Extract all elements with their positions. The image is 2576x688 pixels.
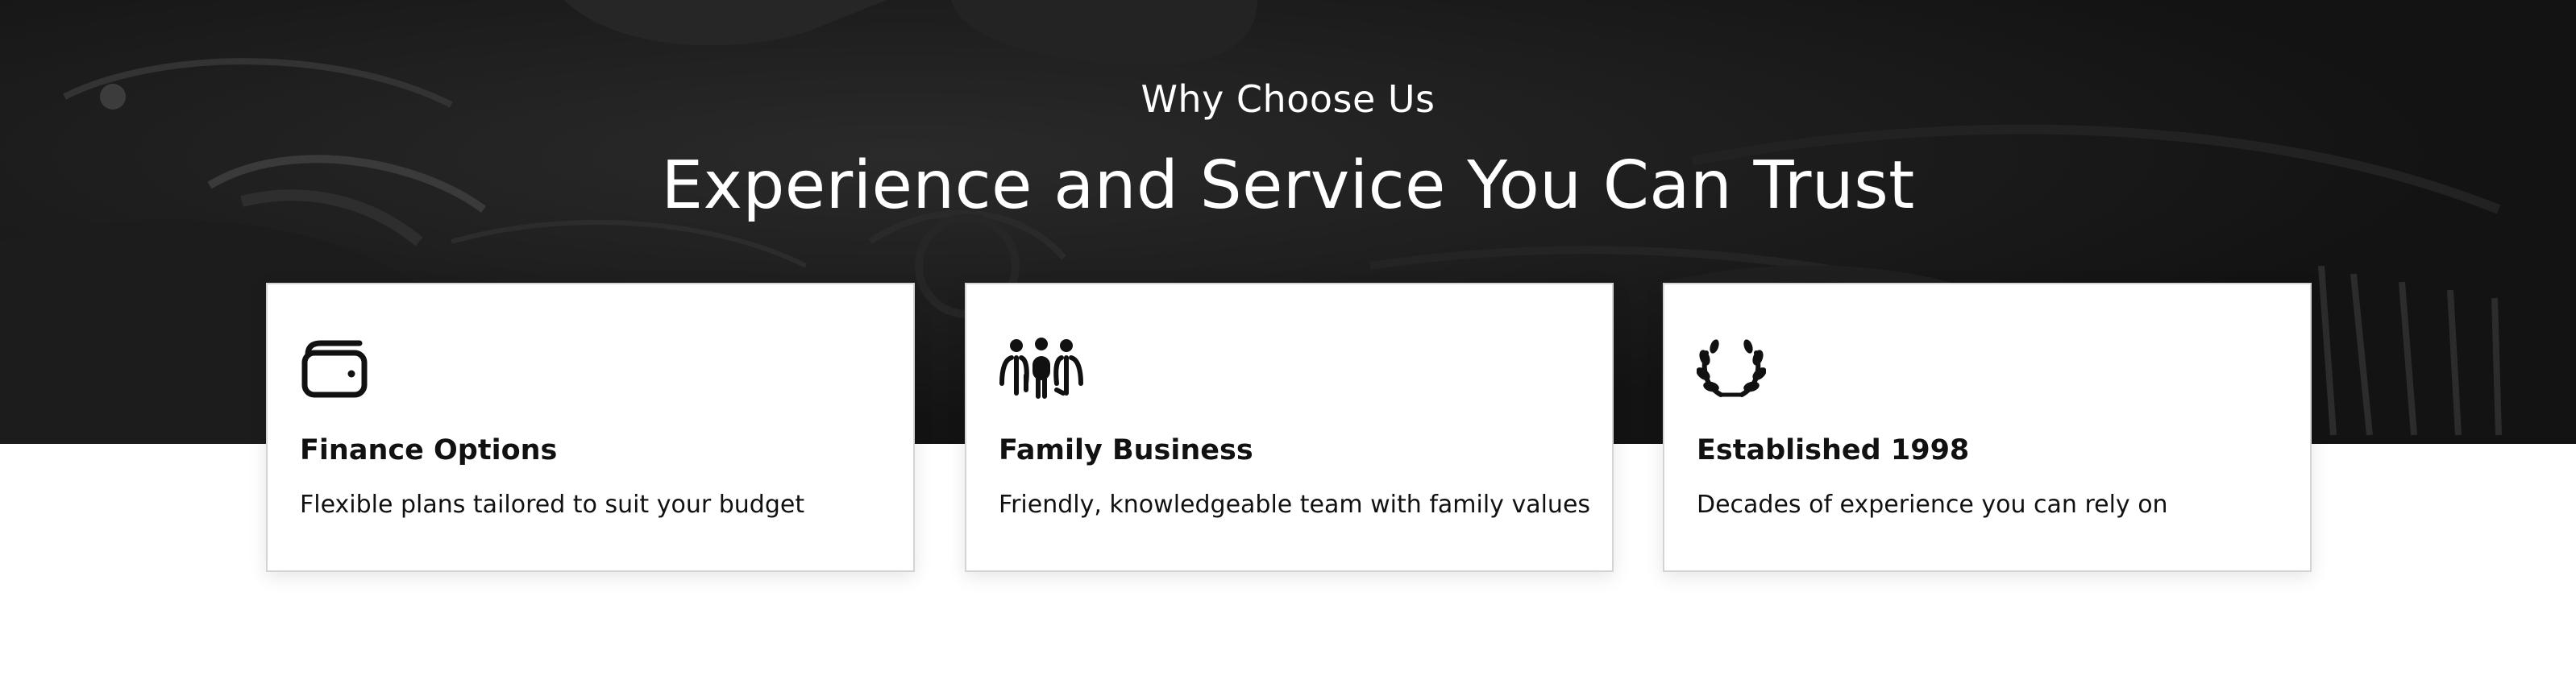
feature-title: Family Business	[999, 434, 1253, 466]
section-eyebrow: Why Choose Us	[1141, 77, 1435, 121]
feature-description: Friendly, knowledgeable team with family…	[999, 491, 1591, 519]
page: Why Choose Us Experience and Service You…	[0, 0, 2576, 688]
feature-card-established: Established 1998 Decades of experience y…	[1663, 283, 2312, 572]
section-headline: Experience and Service You Can Trust	[661, 147, 1915, 224]
laurel-wreath-icon	[1697, 339, 1766, 397]
feature-title: Established 1998	[1697, 434, 1970, 466]
feature-description: Flexible plans tailored to suit your bud…	[300, 491, 805, 519]
feature-description: Decades of experience you can rely on	[1697, 491, 2168, 519]
feature-card-finance: Finance Options Flexible plans tailored …	[266, 283, 915, 572]
feature-title: Finance Options	[300, 434, 558, 466]
wallet-icon	[301, 340, 368, 398]
feature-card-family: Family Business Friendly, knowledgeable …	[965, 283, 1614, 572]
family-icon	[999, 338, 1083, 399]
